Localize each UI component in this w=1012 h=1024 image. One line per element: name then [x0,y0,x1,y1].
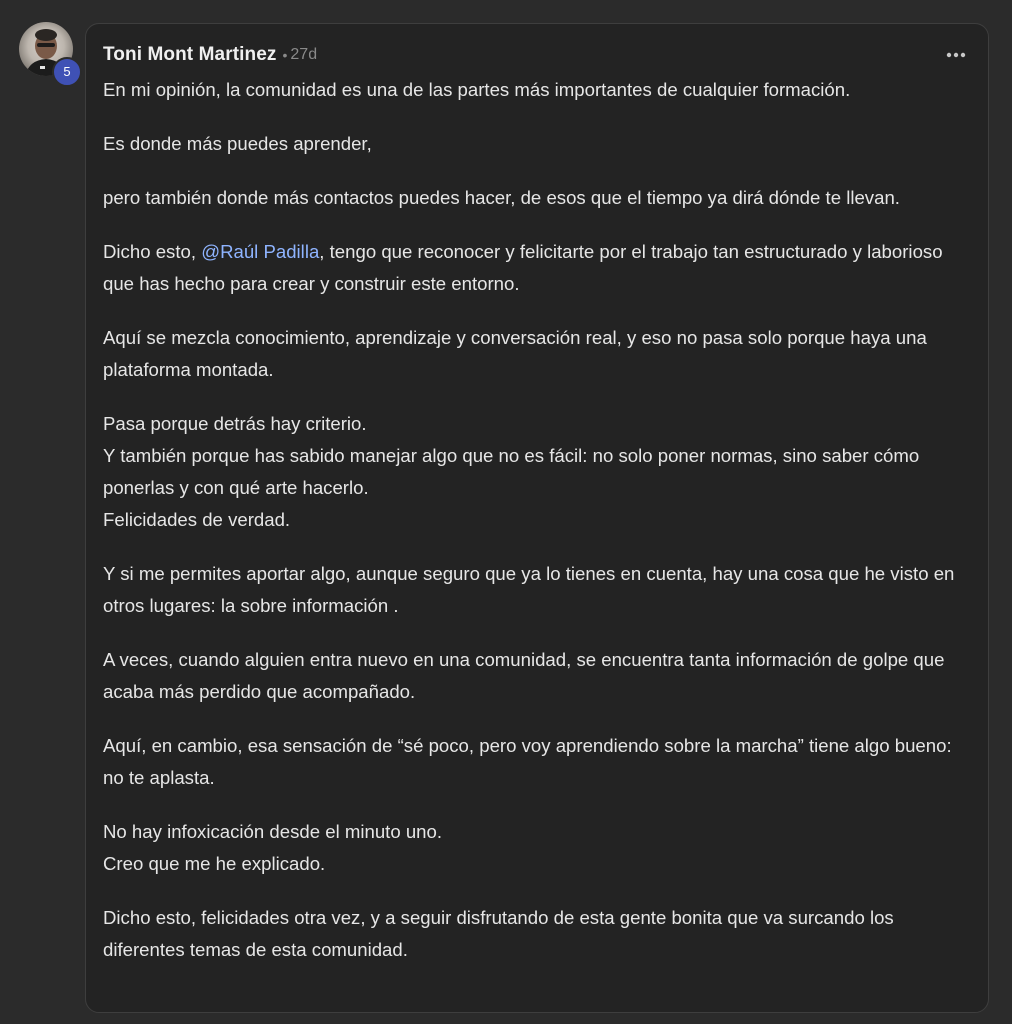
more-options-button[interactable] [944,45,968,65]
paragraph-7: Y si me permites aportar algo, aunque se… [103,563,955,616]
paragraph-5: Aquí se mezcla conocimiento, aprendizaje… [103,327,927,380]
paragraph-4-start: Dicho esto, [103,241,202,262]
paragraph-10-line-1: No hay infoxicación desde el minuto uno. [103,821,443,842]
meta-separator: • [282,47,288,63]
paragraph-6-line-3: Felicidades de verdad. [103,509,291,530]
more-horizontal-icon [946,52,966,58]
paragraph-11: Dicho esto, felicidades otra vez, y a se… [103,907,894,960]
paragraph-9: Aquí, en cambio, esa sensación de “sé po… [103,735,952,788]
comment-body: En mi opinión, la comunidad es una de la… [103,74,972,988]
paragraph-6-line-2: Y también porque has sabido manejar algo… [103,445,920,498]
paragraph-10-line-2: Creo que me he explicado. [103,853,326,874]
paragraph-2: Es donde más puedes aprender, [103,133,372,154]
paragraph-6-line-1: Pasa porque detrás hay criterio. [103,413,367,434]
author-avatar-group[interactable]: 5 [19,22,82,87]
paragraph-3: pero también donde más contactos puedes … [103,187,900,208]
paragraph-10: No hay infoxicación desde el minuto uno.… [103,816,972,880]
comment-card: Toni Mont Martinez • 27d En mi opinión, … [85,23,989,1013]
post-age[interactable]: 27d [290,46,317,64]
author-name[interactable]: Toni Mont Martinez [103,44,276,66]
comment-header: Toni Mont Martinez • 27d [103,41,968,69]
paragraph-4: Dicho esto, @Raúl Padilla, tengo que rec… [103,236,972,300]
user-mention-link[interactable]: @Raúl Padilla [201,241,319,262]
paragraph-1: En mi opinión, la comunidad es una de la… [103,79,851,100]
paragraph-8: A veces, cuando alguien entra nuevo en u… [103,649,945,702]
level-badge: 5 [52,57,82,87]
paragraph-6: Pasa porque detrás hay criterio. Y tambié… [103,408,972,536]
